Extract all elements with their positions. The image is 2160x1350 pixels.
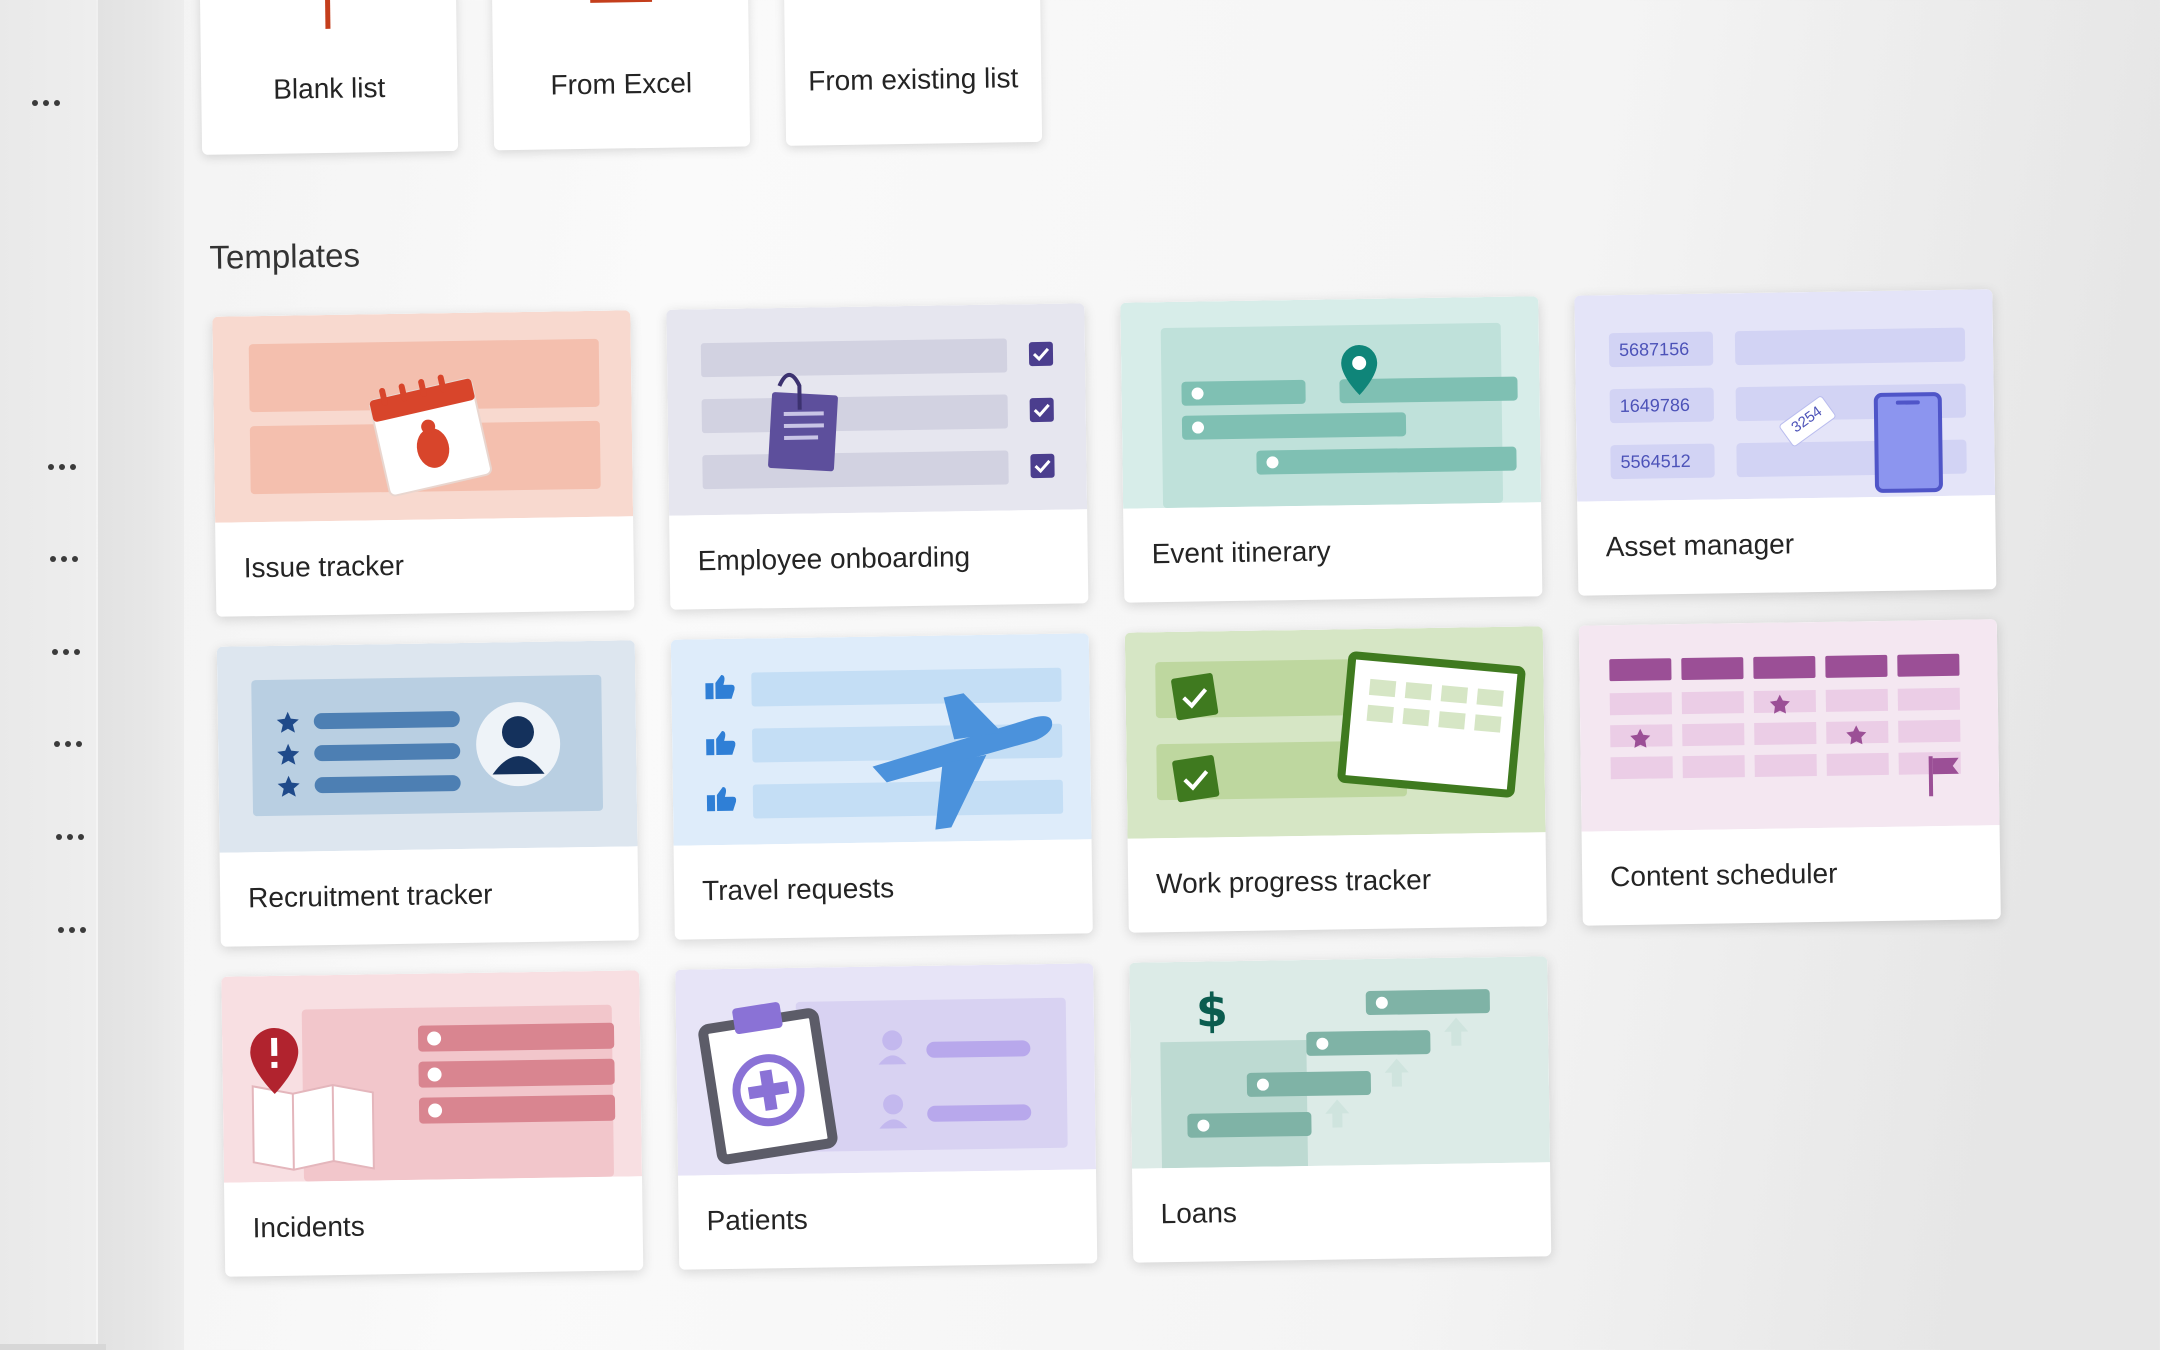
content-scheduler-illustration (1578, 619, 2000, 832)
template-card-patients[interactable]: Patients (675, 963, 1098, 1270)
excel-grid-icon (589, 0, 653, 3)
asset-number: 5687156 (1618, 338, 1690, 360)
template-name: Work progress tracker (1155, 864, 1432, 900)
template-card-employee-onboarding[interactable]: Employee onboarding (666, 303, 1089, 610)
template-name: Recruitment tracker (247, 878, 493, 914)
template-name: Issue tracker (243, 549, 405, 584)
template-name: Travel requests (701, 872, 895, 907)
patients-illustration (675, 963, 1097, 1176)
incidents-illustration (221, 970, 643, 1183)
asset-number: 1649786 (1619, 394, 1691, 416)
template-name: Content scheduler (1609, 857, 1838, 893)
templates-heading: Templates (209, 236, 361, 276)
plus-icon (324, 0, 331, 29)
from-existing-list-label: From existing list (808, 62, 1019, 97)
recruitment-tracker-illustration (216, 640, 638, 853)
template-card-issue-tracker[interactable]: Issue tracker (212, 310, 635, 617)
template-card-work-progress-tracker[interactable]: Work progress tracker (1124, 626, 1547, 933)
checkbox-icon (1029, 397, 1054, 423)
template-card-event-itinerary[interactable]: Event itinerary (1120, 296, 1543, 603)
template-name: Loans (1160, 1197, 1238, 1230)
checkbox-icon (1028, 341, 1054, 367)
template-card-incidents[interactable]: Incidents (221, 970, 644, 1277)
checkbox-icon (1172, 755, 1220, 803)
loans-illustration: $ (1129, 956, 1551, 1169)
employee-onboarding-illustration (666, 303, 1088, 516)
blank-list-label: Blank list (273, 72, 386, 105)
phone-icon (1873, 392, 1943, 493)
checkbox-icon (1030, 453, 1055, 479)
event-itinerary-illustration (1120, 296, 1542, 509)
template-name: Event itinerary (1151, 535, 1331, 570)
from-excel-label: From Excel (550, 67, 693, 101)
checkbox-icon (1171, 673, 1219, 721)
asset-number: 5564512 (1620, 450, 1691, 472)
issue-tracker-illustration (212, 310, 634, 523)
calendar-board-icon (1337, 651, 1526, 798)
template-name: Asset manager (1605, 528, 1795, 563)
travel-requests-illustration (670, 633, 1092, 846)
asset-manager-illustration: 5687156 1649786 5564512 3254 (1574, 289, 1996, 502)
template-name: Employee onboarding (697, 541, 971, 577)
template-name: Patients (706, 1203, 809, 1237)
template-card-travel-requests[interactable]: Travel requests (670, 633, 1093, 940)
from-existing-list-card[interactable]: From existing list (783, 0, 1043, 146)
blank-list-card[interactable]: Blank list (199, 0, 459, 155)
template-card-recruitment-tracker[interactable]: Recruitment tracker (216, 640, 639, 947)
main-content: Blank list From Excel From existing list… (0, 0, 2160, 1350)
template-card-loans[interactable]: $ Loans (1129, 956, 1552, 1263)
dollar-sign-icon: $ (1195, 983, 1229, 1038)
template-name: Incidents (252, 1210, 365, 1244)
work-progress-tracker-illustration (1124, 626, 1546, 839)
map-icon (251, 1084, 375, 1171)
template-card-content-scheduler[interactable]: Content scheduler (1578, 619, 2001, 926)
from-excel-card[interactable]: From Excel (491, 0, 751, 151)
template-card-asset-manager[interactable]: 5687156 1649786 5564512 3254 Asset manag… (1574, 289, 1997, 596)
